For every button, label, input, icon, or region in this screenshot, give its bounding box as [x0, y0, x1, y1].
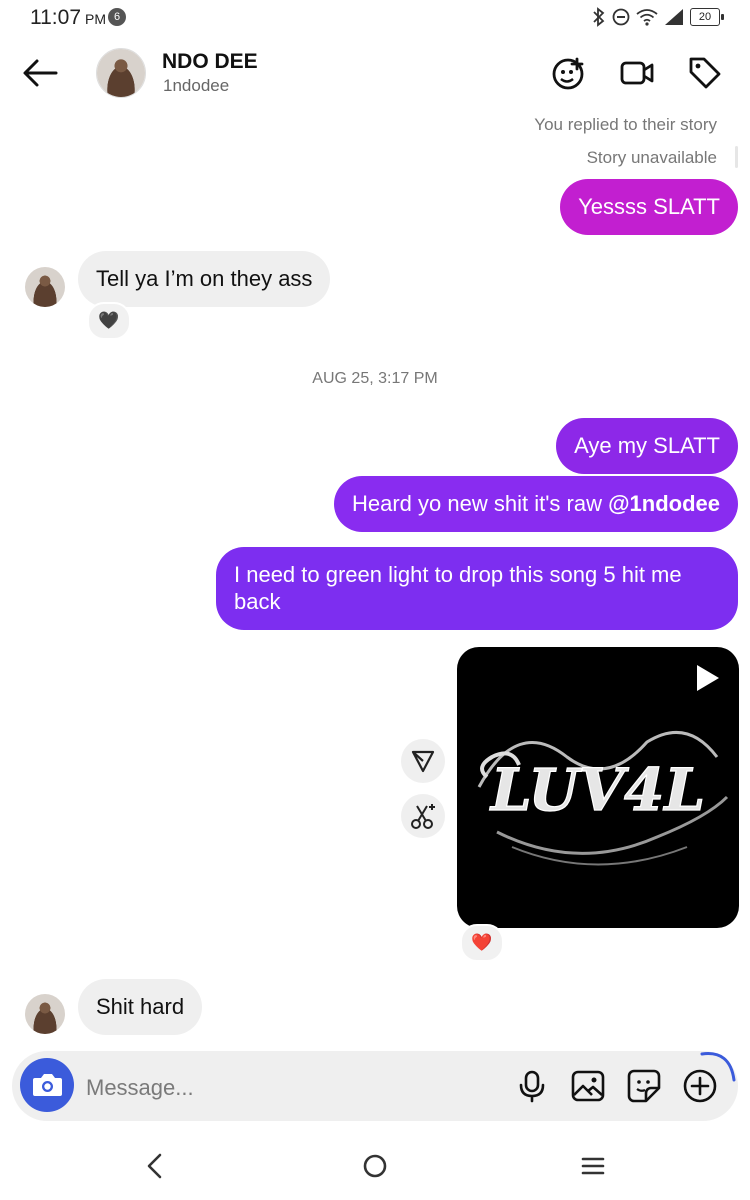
contact-name[interactable]: NDO DEE [162, 50, 258, 74]
incoming-message-bubble[interactable]: Tell ya I’m on they ass [78, 251, 331, 307]
gallery-icon[interactable] [570, 1068, 606, 1104]
share-icon [411, 750, 435, 773]
message-timestamp: AUG 25, 3:17 PM [312, 370, 438, 387]
play-icon[interactable] [695, 663, 721, 693]
artwork-title: LUV4L [489, 756, 705, 824]
sticker-face-icon[interactable] [551, 55, 587, 91]
status-time: 11:07 PM [30, 6, 106, 30]
bluetooth-icon [593, 7, 605, 27]
mention-link[interactable]: @1ndodee [608, 491, 720, 516]
share-button[interactable] [401, 739, 445, 783]
remix-button[interactable] [401, 794, 445, 838]
black-heart-reaction[interactable]: 🖤 [87, 302, 131, 340]
nav-menu-icon[interactable] [575, 1148, 611, 1184]
story-reply-note: You replied to their story [534, 115, 717, 134]
outgoing-message-bubble[interactable]: I need to green light to drop this song … [216, 547, 738, 630]
message-text: Heard yo new shit it's raw [352, 491, 609, 516]
incoming-message-bubble[interactable]: Shit hard [78, 979, 203, 1035]
shared-media-video[interactable]: LUV4L [457, 647, 739, 928]
message-input[interactable] [84, 1072, 468, 1104]
wifi-icon [636, 9, 658, 26]
sender-avatar[interactable] [25, 267, 65, 307]
scissors-sparkle-icon [411, 804, 435, 829]
signal-icon [665, 9, 683, 25]
camera-icon [33, 1074, 62, 1096]
sticker-icon[interactable] [626, 1068, 662, 1104]
ampm-text: PM [85, 11, 106, 27]
microphone-icon[interactable] [514, 1068, 550, 1104]
camera-button[interactable] [20, 1058, 74, 1112]
sender-avatar[interactable] [25, 994, 65, 1034]
story-unavailable-label[interactable]: Story unavailable [587, 148, 717, 168]
contact-avatar[interactable] [96, 48, 146, 98]
back-arrow-icon[interactable] [20, 55, 60, 91]
notification-count-badge: 6 [108, 8, 126, 26]
video-call-icon[interactable] [619, 55, 655, 91]
red-heart-reaction[interactable]: ❤️ [460, 924, 504, 962]
outgoing-message-bubble[interactable]: Aye my SLATT [556, 418, 738, 474]
do-not-disturb-icon [612, 8, 630, 26]
contact-handle[interactable]: 1ndodee [163, 76, 229, 96]
nav-home-icon[interactable] [357, 1148, 393, 1184]
time-text: 11:07 [30, 6, 81, 29]
outgoing-message-bubble[interactable]: Yessss SLATT [560, 179, 738, 235]
outgoing-message-bubble[interactable]: Heard yo new shit it's raw @1ndodee [334, 476, 738, 532]
add-plus-icon[interactable] [682, 1068, 718, 1104]
nav-back-icon[interactable] [137, 1148, 173, 1184]
story-reply-bar [735, 146, 738, 168]
tag-icon[interactable] [687, 55, 723, 91]
status-icons: 20 [592, 6, 724, 28]
battery-icon: 20 [690, 8, 724, 26]
